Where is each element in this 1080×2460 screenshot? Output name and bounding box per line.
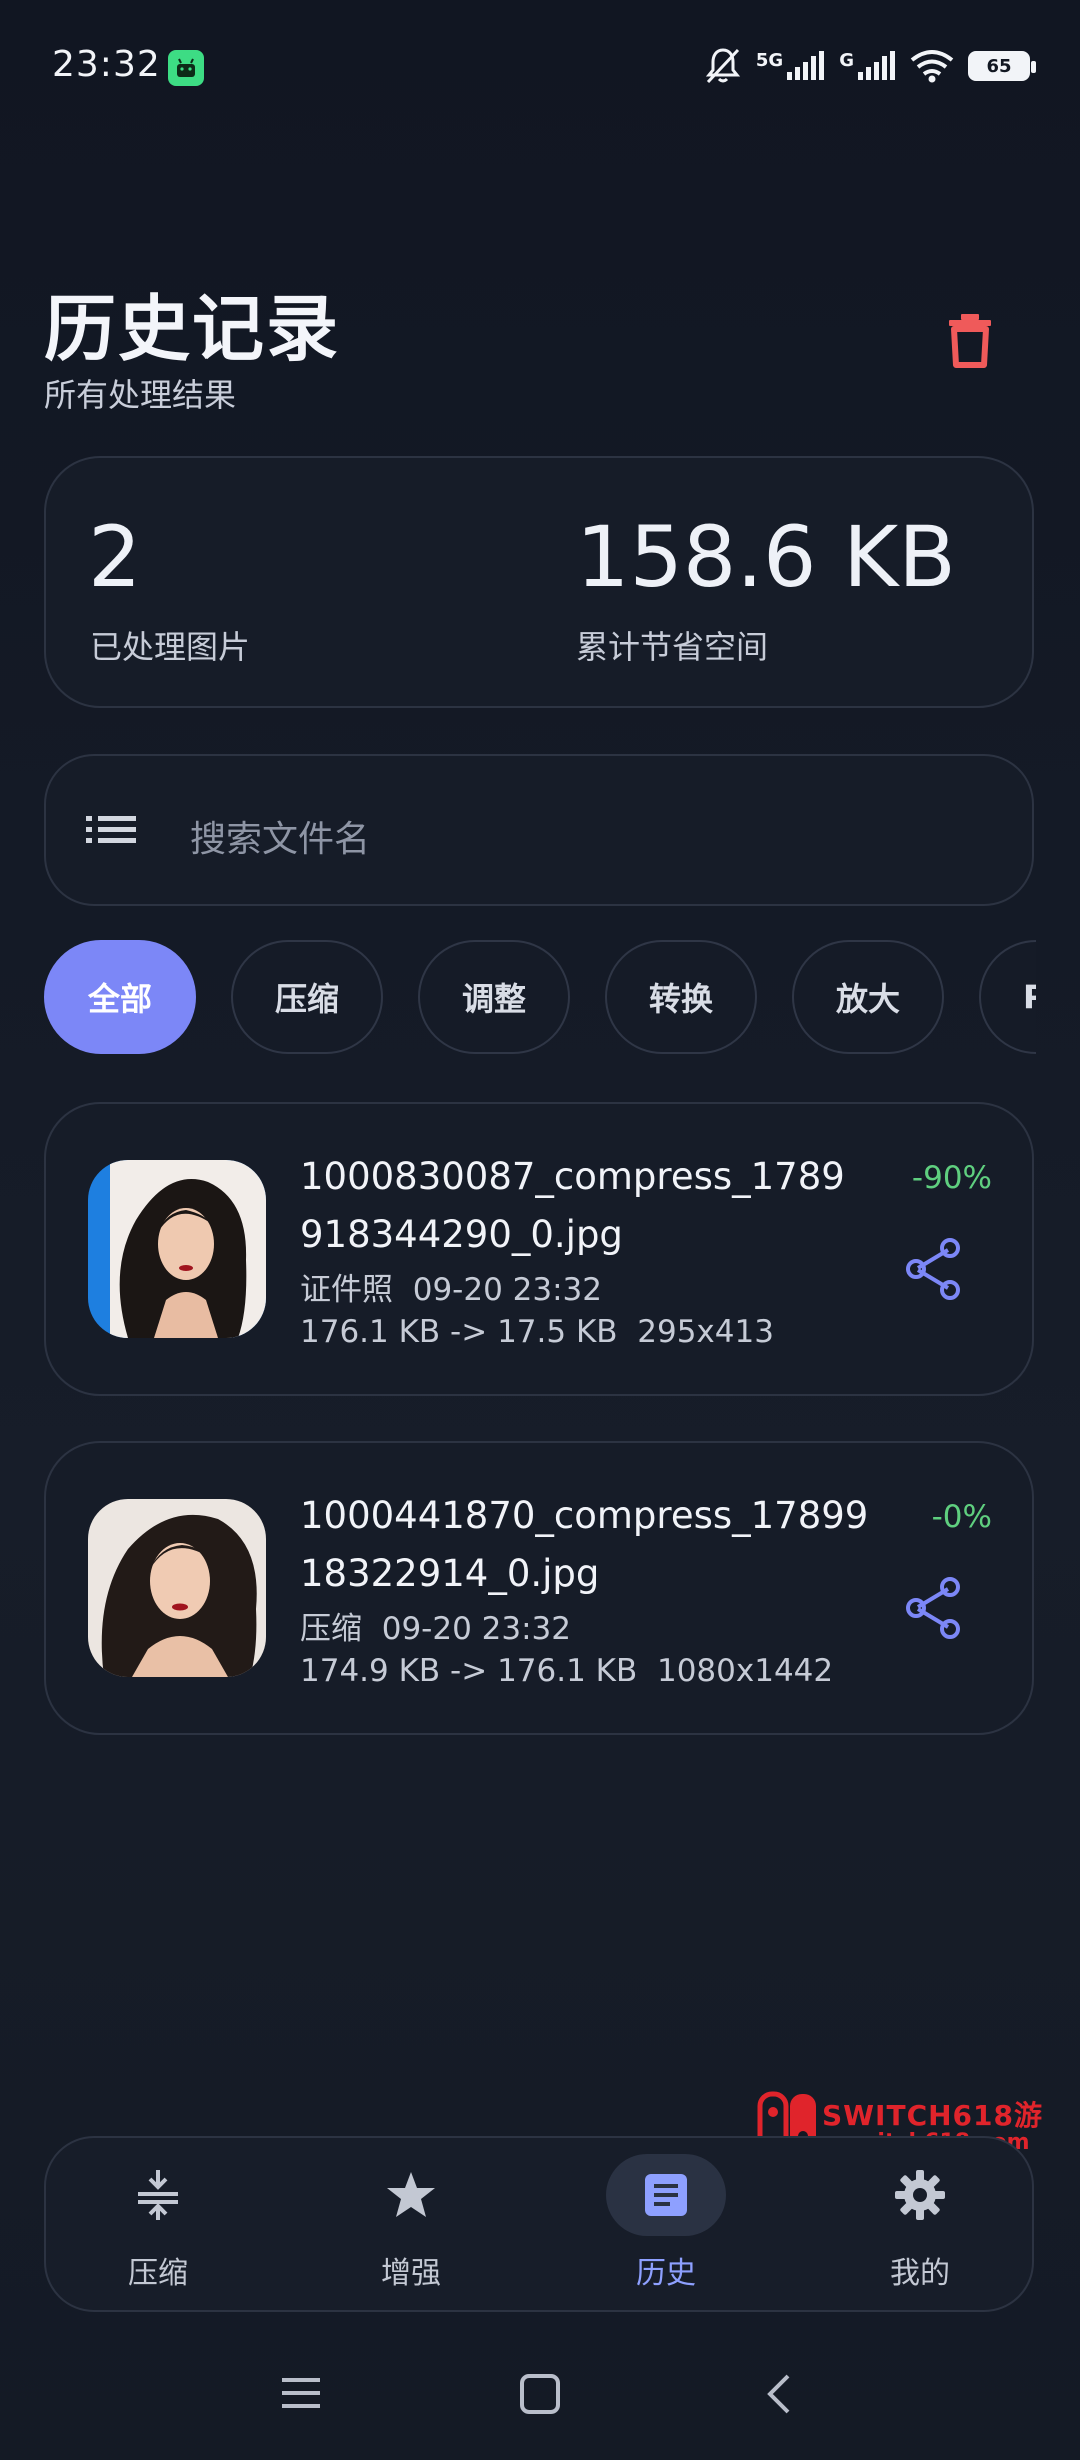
compress-icon bbox=[138, 2170, 178, 2220]
share-icon bbox=[906, 1577, 960, 1639]
saved-space-value: 158.6 KB bbox=[576, 508, 956, 606]
filter-chip-upscale[interactable]: 放大 bbox=[792, 940, 944, 1054]
clear-history-button[interactable] bbox=[930, 300, 1010, 380]
file-name: 1000830087_compress_1789 918344290_0.jpg bbox=[300, 1148, 880, 1264]
share-button[interactable] bbox=[898, 1573, 968, 1643]
saved-space-label: 累计节省空间 bbox=[576, 628, 769, 666]
item-dimensions: 295x413 bbox=[637, 1314, 774, 1350]
item-sizes: 174.9 KB -> 176.1 KB bbox=[300, 1653, 638, 1689]
signal-icon bbox=[787, 51, 825, 80]
nav-icon-container bbox=[98, 2154, 218, 2236]
nav-icon-container bbox=[351, 2154, 471, 2236]
menu-icon[interactable] bbox=[280, 2374, 322, 2412]
item-time: 09-20 23:32 bbox=[381, 1611, 571, 1647]
size-change-percent: -90% bbox=[911, 1160, 992, 1196]
list-icon bbox=[86, 816, 136, 843]
back-icon[interactable] bbox=[762, 2372, 794, 2416]
nav-history[interactable]: 历史 bbox=[576, 2138, 756, 2310]
stats-card: 2 已处理图片 158.6 KB 累计节省空间 bbox=[44, 456, 1034, 708]
filter-chip-more[interactable]: P bbox=[979, 940, 1036, 1054]
file-name-line-1: 1000441870_compress_17899 bbox=[300, 1494, 869, 1537]
thumbnail-image bbox=[88, 1160, 266, 1338]
item-type: 压缩 bbox=[300, 1611, 362, 1647]
nav-label: 压缩 bbox=[128, 2256, 188, 2291]
thumbnail-image bbox=[88, 1499, 266, 1677]
history-item[interactable]: 1000441870_compress_17899 18322914_0.jpg… bbox=[44, 1441, 1034, 1735]
battery-level: 65 bbox=[986, 55, 1012, 77]
nav-compress[interactable]: 压缩 bbox=[68, 2138, 248, 2310]
file-name-line-1: 1000830087_compress_1789 bbox=[300, 1155, 845, 1198]
bottom-navigation: 压缩 增强 历史 我的 bbox=[44, 2136, 1034, 2312]
filter-chip-row: 全部 压缩 调整 转换 放大 P bbox=[44, 940, 1036, 1056]
item-dimensions: 1080x1442 bbox=[656, 1653, 834, 1689]
item-size-info: 174.9 KB -> 176.1 KB 1080x1442 bbox=[300, 1653, 833, 1689]
filter-chip-all[interactable]: 全部 bbox=[44, 940, 196, 1054]
bell-off-icon bbox=[705, 48, 741, 84]
page-subtitle: 所有处理结果 bbox=[44, 376, 237, 414]
item-sizes: 176.1 KB -> 17.5 KB bbox=[300, 1314, 618, 1350]
item-size-info: 176.1 KB -> 17.5 KB 295x413 bbox=[300, 1314, 774, 1350]
nav-icon-container bbox=[606, 2154, 726, 2236]
wifi-icon bbox=[910, 50, 954, 83]
nav-label: 历史 bbox=[636, 2256, 696, 2291]
status-icons: 5G G 65 bbox=[704, 44, 1036, 88]
search-placeholder: 搜索文件名 bbox=[190, 819, 371, 860]
share-icon bbox=[906, 1238, 960, 1300]
item-type-time: 压缩 09-20 23:32 bbox=[300, 1603, 571, 1648]
file-name-line-2: 918344290_0.jpg bbox=[300, 1213, 623, 1256]
signal-icon bbox=[858, 51, 895, 80]
filter-chip-adjust[interactable]: 调整 bbox=[418, 940, 570, 1054]
network-g-label: G bbox=[839, 50, 854, 71]
size-change-percent: -0% bbox=[931, 1499, 992, 1535]
processed-count: 2 bbox=[88, 508, 142, 606]
status-time: 23:32 bbox=[52, 44, 161, 85]
page-title: 历史记录 bbox=[44, 287, 341, 371]
gear-icon bbox=[895, 2170, 945, 2220]
nav-profile[interactable]: 我的 bbox=[830, 2138, 1010, 2310]
filter-chip-convert[interactable]: 转换 bbox=[605, 940, 757, 1054]
battery-icon: 65 bbox=[968, 51, 1036, 81]
system-navigation-bar bbox=[0, 2360, 1080, 2430]
home-icon[interactable] bbox=[518, 2372, 562, 2416]
history-icon bbox=[645, 2174, 687, 2216]
trash-icon bbox=[949, 314, 991, 368]
history-item[interactable]: 1000830087_compress_1789 918344290_0.jpg… bbox=[44, 1102, 1034, 1396]
item-type: 证件照 bbox=[300, 1272, 393, 1308]
processed-label: 已处理图片 bbox=[90, 628, 251, 666]
star-icon bbox=[387, 2172, 435, 2217]
share-button[interactable] bbox=[898, 1234, 968, 1304]
item-type-time: 证件照 09-20 23:32 bbox=[300, 1264, 602, 1309]
filter-chip-compress[interactable]: 压缩 bbox=[231, 940, 383, 1054]
search-input[interactable]: 搜索文件名 bbox=[44, 754, 1034, 906]
nav-label: 增强 bbox=[381, 2256, 441, 2291]
nav-icon-container bbox=[860, 2154, 980, 2236]
item-time: 09-20 23:32 bbox=[412, 1272, 602, 1308]
android-notification-icon bbox=[168, 50, 204, 86]
nav-label: 我的 bbox=[890, 2256, 950, 2291]
network-5g-label: 5G bbox=[755, 50, 784, 71]
nav-enhance[interactable]: 增强 bbox=[321, 2138, 501, 2310]
file-name-line-2: 18322914_0.jpg bbox=[300, 1552, 600, 1595]
file-name: 1000441870_compress_17899 18322914_0.jpg bbox=[300, 1487, 880, 1603]
